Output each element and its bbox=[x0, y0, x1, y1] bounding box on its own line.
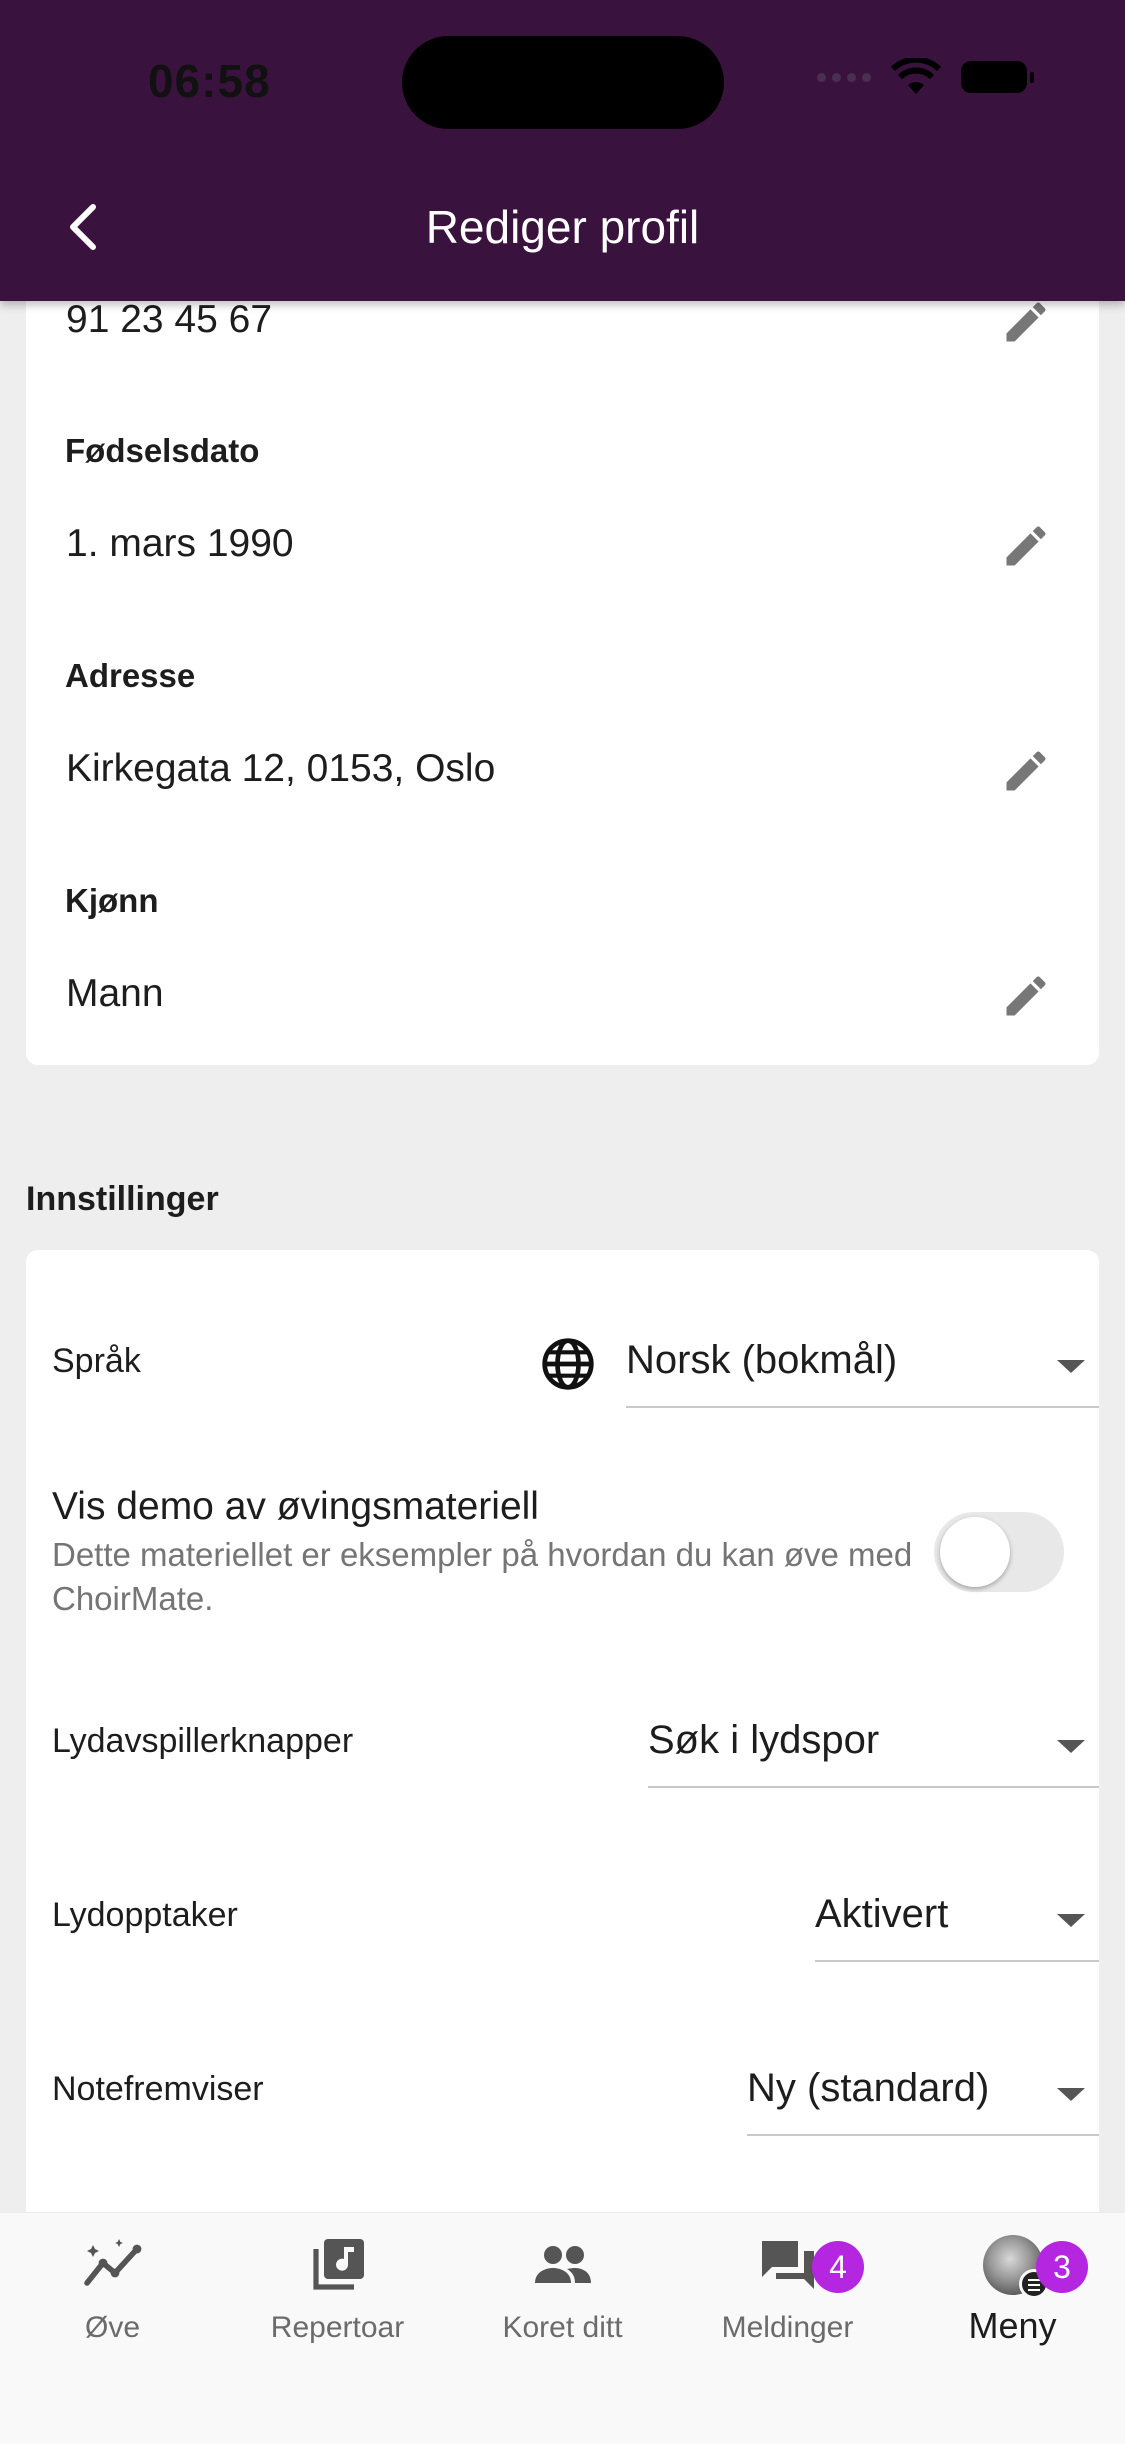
player-buttons-dropdown[interactable]: Søk i lydspor bbox=[648, 1718, 1099, 1788]
language-dropdown[interactable]: Norsk (bokmål) bbox=[626, 1338, 1099, 1408]
language-value: Norsk (bokmål) bbox=[626, 1338, 898, 1382]
menu-badge: 3 bbox=[1036, 2241, 1088, 2293]
page-title: Rediger profil bbox=[425, 201, 700, 253]
edit-address-button[interactable] bbox=[1000, 745, 1052, 797]
battery-icon bbox=[961, 61, 1034, 93]
dropdown-arrow-icon bbox=[1057, 1914, 1085, 1927]
nav-item-menu[interactable]: 3 Meny bbox=[900, 2233, 1125, 2347]
demo-toggle[interactable] bbox=[934, 1512, 1064, 1592]
wifi-icon bbox=[891, 58, 941, 94]
recorder-label: Lydopptaker bbox=[52, 1896, 238, 1934]
dropdown-arrow-icon bbox=[1057, 2088, 1085, 2101]
dropdown-arrow-icon bbox=[1057, 1360, 1085, 1373]
gender-label: Kjønn bbox=[65, 882, 159, 919]
dropdown-arrow-icon bbox=[1057, 1740, 1085, 1753]
globe-icon bbox=[542, 1338, 594, 1390]
player-buttons-label: Lydavspillerknapper bbox=[52, 1722, 354, 1760]
edit-gender-button[interactable] bbox=[1000, 970, 1052, 1022]
player-buttons-value: Søk i lydspor bbox=[648, 1718, 880, 1762]
nav-item-repertoire[interactable]: Repertoar bbox=[225, 2233, 450, 2345]
nav-label-messages: Meldinger bbox=[721, 2311, 854, 2344]
birthdate-value: 1. mars 1990 bbox=[66, 522, 294, 565]
settings-card: Språk Norsk (bokmål) Vis demo av øvingsm… bbox=[26, 1250, 1099, 2250]
nav-label-choir: Koret ditt bbox=[502, 2311, 623, 2344]
nav-label-practice: Øve bbox=[84, 2311, 141, 2344]
profile-card: 91 23 45 67 Fødselsdato 1. mars 1990 Adr… bbox=[26, 240, 1099, 1065]
toggle-knob bbox=[940, 1517, 1010, 1587]
recorder-dropdown[interactable]: Aktivert bbox=[815, 1892, 1099, 1962]
people-icon bbox=[534, 2246, 591, 2283]
gender-value: Mann bbox=[66, 972, 164, 1015]
recorder-value: Aktivert bbox=[815, 1892, 949, 1936]
edit-phone-button[interactable] bbox=[1000, 296, 1052, 348]
nav-item-practice[interactable]: Øve bbox=[0, 2233, 225, 2345]
demo-setting-subtitle: Dette materiellet er eksempler på hvorda… bbox=[52, 1536, 913, 1617]
language-label: Språk bbox=[52, 1342, 141, 1380]
nav-label-menu: Meny bbox=[968, 2305, 1057, 2346]
nav-item-messages[interactable]: 4 Meldinger bbox=[675, 2233, 900, 2345]
dynamic-island bbox=[402, 36, 724, 129]
app-bar: 06:58 Rediger profil bbox=[0, 0, 1125, 301]
score-viewer-value: Ny (standard) bbox=[747, 2066, 990, 2110]
settings-section-title: Innstillinger bbox=[26, 1180, 219, 1218]
bottom-navigation: Øve Repertoar Koret ditt 4 Meldinger 3 M… bbox=[0, 2212, 1125, 2444]
nav-item-choir[interactable]: Koret ditt bbox=[450, 2233, 675, 2345]
phone-value: 91 23 45 67 bbox=[66, 298, 273, 341]
cellular-signal-icon bbox=[817, 72, 871, 82]
avatar bbox=[982, 2235, 1049, 2299]
messages-badge: 4 bbox=[812, 2241, 864, 2293]
practice-chart-icon bbox=[83, 2239, 141, 2286]
music-library-icon bbox=[312, 2239, 364, 2290]
chat-icon bbox=[761, 2241, 814, 2289]
score-viewer-dropdown[interactable]: Ny (standard) bbox=[747, 2066, 1099, 2136]
nav-label-repertoire: Repertoar bbox=[270, 2311, 405, 2344]
score-viewer-label: Notefremviser bbox=[52, 2070, 264, 2108]
edit-birthdate-button[interactable] bbox=[1000, 520, 1052, 572]
status-time: 06:58 bbox=[148, 55, 271, 107]
birthdate-label: Fødselsdato bbox=[65, 432, 260, 469]
address-value: Kirkegata 12, 0153, Oslo bbox=[66, 747, 496, 790]
demo-setting-title: Vis demo av øvingsmateriell bbox=[52, 1485, 539, 1528]
status-icons bbox=[817, 58, 1034, 96]
address-label: Adresse bbox=[65, 657, 196, 694]
